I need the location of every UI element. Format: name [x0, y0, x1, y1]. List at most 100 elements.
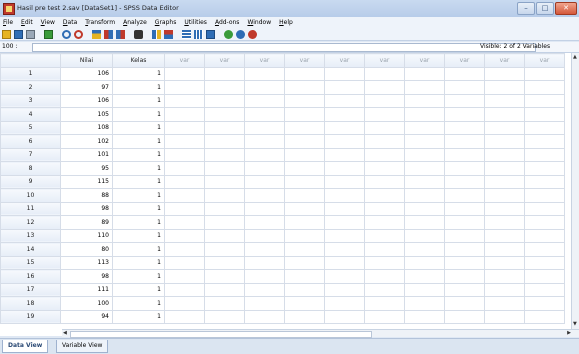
- cell-empty[interactable]: [244, 161, 285, 176]
- cell-empty[interactable]: [324, 255, 365, 270]
- cell-empty[interactable]: [484, 107, 525, 122]
- cell-nilai[interactable]: 98: [60, 201, 113, 216]
- cell-empty[interactable]: [444, 296, 485, 311]
- cell-empty[interactable]: [444, 80, 485, 95]
- row-number[interactable]: 18: [0, 296, 61, 311]
- cell-empty[interactable]: [404, 120, 445, 135]
- cell-empty[interactable]: [324, 93, 365, 108]
- cell-empty[interactable]: [444, 201, 485, 216]
- cell-empty[interactable]: [244, 93, 285, 108]
- cell-empty[interactable]: [164, 147, 205, 162]
- cell-value-editor[interactable]: [32, 43, 536, 52]
- cell-empty[interactable]: [244, 242, 285, 257]
- cell-kelas[interactable]: 1: [112, 80, 165, 95]
- cell-empty[interactable]: [164, 309, 205, 324]
- cell-empty[interactable]: [444, 120, 485, 135]
- cell-nilai[interactable]: 100: [60, 296, 113, 311]
- cell-empty[interactable]: [364, 228, 405, 243]
- cell-empty[interactable]: [284, 188, 325, 203]
- menu-window[interactable]: Window: [247, 19, 271, 26]
- cell-empty[interactable]: [404, 242, 445, 257]
- cell-empty[interactable]: [324, 269, 365, 284]
- cell-nilai[interactable]: 102: [60, 134, 113, 149]
- cell-empty[interactable]: [204, 93, 245, 108]
- row-number[interactable]: 15: [0, 255, 61, 270]
- cell-empty[interactable]: [524, 107, 565, 122]
- cell-empty[interactable]: [524, 255, 565, 270]
- spell-icon[interactable]: [236, 29, 245, 39]
- cell-empty[interactable]: [164, 215, 205, 230]
- cell-empty[interactable]: [284, 174, 325, 189]
- cell-empty[interactable]: [444, 242, 485, 257]
- close-button[interactable]: ✕: [555, 2, 577, 15]
- column-header-var[interactable]: var: [444, 53, 485, 68]
- row-number[interactable]: 17: [0, 282, 61, 297]
- corner-cell[interactable]: [0, 53, 61, 68]
- cell-empty[interactable]: [204, 120, 245, 135]
- row-number[interactable]: 14: [0, 242, 61, 257]
- menu-utilities[interactable]: Utilities: [184, 19, 207, 26]
- cell-empty[interactable]: [284, 80, 325, 95]
- cell-kelas[interactable]: 1: [112, 174, 165, 189]
- cell-empty[interactable]: [164, 80, 205, 95]
- cell-empty[interactable]: [364, 120, 405, 135]
- cell-empty[interactable]: [164, 174, 205, 189]
- cell-kelas[interactable]: 1: [112, 282, 165, 297]
- horizontal-scrollbar[interactable]: ◀ ▶: [62, 329, 579, 338]
- cell-empty[interactable]: [484, 269, 525, 284]
- cell-kelas[interactable]: 1: [112, 269, 165, 284]
- row-number[interactable]: 19: [0, 309, 61, 324]
- scroll-down-arrow-icon[interactable]: ▼: [573, 321, 577, 328]
- cell-empty[interactable]: [364, 215, 405, 230]
- cell-empty[interactable]: [484, 296, 525, 311]
- cell-empty[interactable]: [524, 228, 565, 243]
- cell-empty[interactable]: [284, 242, 325, 257]
- cell-empty[interactable]: [524, 93, 565, 108]
- menu-view[interactable]: View: [41, 19, 55, 26]
- show-all-icon[interactable]: [224, 29, 233, 39]
- cell-empty[interactable]: [284, 107, 325, 122]
- row-number[interactable]: 4: [0, 107, 61, 122]
- cell-empty[interactable]: [244, 282, 285, 297]
- cell-empty[interactable]: [404, 255, 445, 270]
- cell-empty[interactable]: [164, 242, 205, 257]
- cell-empty[interactable]: [404, 93, 445, 108]
- cell-empty[interactable]: [364, 161, 405, 176]
- cell-empty[interactable]: [204, 107, 245, 122]
- spss-app-icon[interactable]: [3, 3, 15, 15]
- cell-nilai[interactable]: 80: [60, 242, 113, 257]
- cell-empty[interactable]: [404, 309, 445, 324]
- column-header-var[interactable]: var: [404, 53, 445, 68]
- cell-empty[interactable]: [164, 201, 205, 216]
- cell-empty[interactable]: [324, 107, 365, 122]
- cell-empty[interactable]: [404, 66, 445, 81]
- insert-variable-icon[interactable]: [116, 29, 125, 39]
- cell-nilai[interactable]: 106: [60, 66, 113, 81]
- cell-empty[interactable]: [444, 188, 485, 203]
- row-number[interactable]: 10: [0, 188, 61, 203]
- cell-kelas[interactable]: 1: [112, 188, 165, 203]
- cell-empty[interactable]: [524, 282, 565, 297]
- cell-nilai[interactable]: 115: [60, 174, 113, 189]
- cell-empty[interactable]: [524, 215, 565, 230]
- cell-empty[interactable]: [364, 174, 405, 189]
- select-cases-icon[interactable]: [194, 29, 203, 39]
- cell-empty[interactable]: [484, 188, 525, 203]
- cell-nilai[interactable]: 111: [60, 282, 113, 297]
- cell-empty[interactable]: [244, 269, 285, 284]
- cell-empty[interactable]: [204, 228, 245, 243]
- cell-empty[interactable]: [204, 255, 245, 270]
- use-sets-icon[interactable]: [206, 29, 215, 39]
- cell-empty[interactable]: [404, 282, 445, 297]
- row-number[interactable]: 1: [0, 66, 61, 81]
- cell-empty[interactable]: [164, 255, 205, 270]
- cell-empty[interactable]: [204, 174, 245, 189]
- menu-data[interactable]: Data: [63, 19, 77, 26]
- row-number[interactable]: 6: [0, 134, 61, 149]
- cell-empty[interactable]: [364, 296, 405, 311]
- cell-nilai[interactable]: 97: [60, 80, 113, 95]
- cell-empty[interactable]: [204, 201, 245, 216]
- cell-empty[interactable]: [164, 282, 205, 297]
- cell-empty[interactable]: [364, 107, 405, 122]
- cell-empty[interactable]: [524, 242, 565, 257]
